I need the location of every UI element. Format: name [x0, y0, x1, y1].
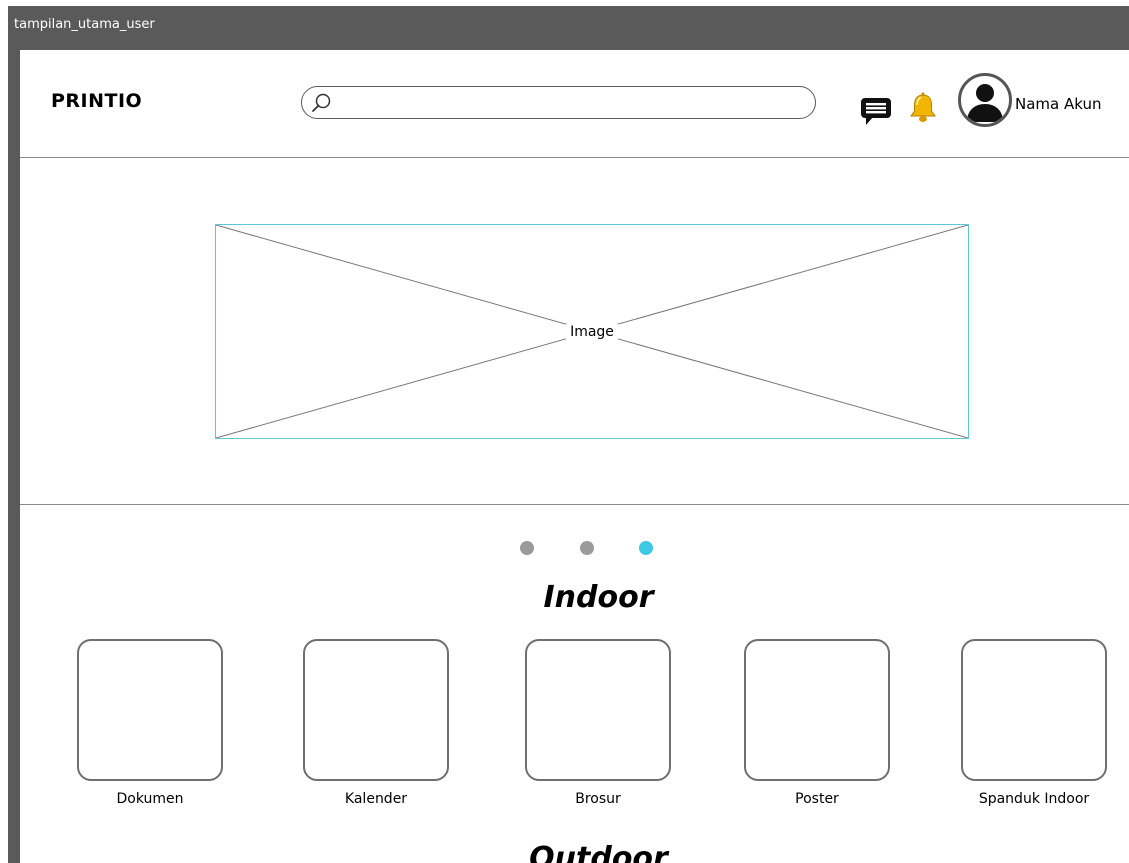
account-name[interactable]: Nama Akun: [1015, 95, 1101, 113]
category-label: Poster: [795, 791, 839, 807]
window-title: tampilan_utama_user: [14, 17, 155, 32]
outdoor-heading: Outdoor: [529, 841, 668, 863]
category-tile[interactable]: [77, 639, 223, 781]
banner-image-label: Image: [566, 323, 618, 340]
search-icon[interactable]: [311, 92, 333, 114]
carousel-dot-1[interactable]: [520, 541, 534, 555]
search-bar[interactable]: [301, 86, 816, 119]
header: PRINTIO Nama Akun: [20, 50, 1129, 158]
chat-icon[interactable]: [860, 94, 892, 126]
category-label: Kalender: [344, 791, 408, 807]
carousel-dot-3[interactable]: [639, 541, 653, 555]
avatar[interactable]: [958, 73, 1012, 127]
carousel-dot-2[interactable]: [580, 541, 594, 555]
banner-section: Image: [20, 158, 1129, 505]
indoor-heading: Indoor: [543, 580, 654, 615]
category-label: Dokumen: [116, 791, 184, 807]
app-logo[interactable]: PRINTIO: [51, 90, 142, 112]
category-label: Spanduk Indoor: [978, 791, 1090, 807]
user-avatar-icon: [967, 84, 1003, 122]
category-tile[interactable]: [525, 639, 671, 781]
carousel-indicator: [20, 541, 1129, 555]
category-label: Brosur: [575, 791, 621, 807]
banner-image-placeholder[interactable]: Image: [215, 224, 969, 439]
bell-icon[interactable]: [906, 92, 940, 124]
main-content: PRINTIO Nama Akun Image Indoor Dokumen K…: [20, 50, 1129, 863]
category-tile[interactable]: [303, 639, 449, 781]
category-tile[interactable]: [744, 639, 890, 781]
search-input[interactable]: [338, 91, 802, 116]
category-tile[interactable]: [961, 639, 1107, 781]
